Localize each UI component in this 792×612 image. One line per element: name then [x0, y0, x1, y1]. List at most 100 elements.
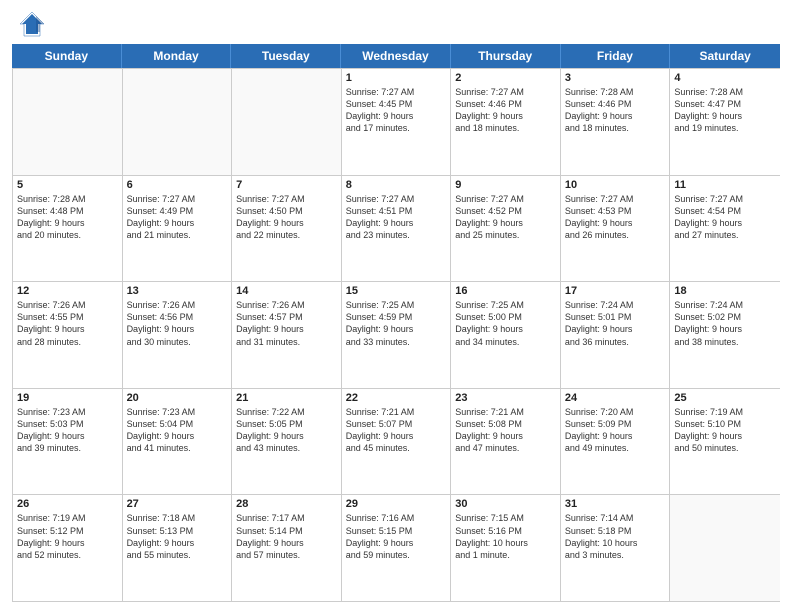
weekday-header-thursday: Thursday — [451, 44, 561, 68]
day-info: Sunrise: 7:20 AM Sunset: 5:09 PM Dayligh… — [565, 406, 666, 455]
day-number: 3 — [565, 72, 666, 84]
cal-cell-15: 15 Sunrise: 7:25 AM Sunset: 4:59 PM Dayli… — [342, 282, 452, 388]
cal-cell-6: 6 Sunrise: 7:27 AM Sunset: 4:49 PM Daylig… — [123, 176, 233, 282]
cal-cell-30: 30 Sunrise: 7:15 AM Sunset: 5:16 PM Dayli… — [451, 495, 561, 601]
day-number: 9 — [455, 179, 556, 191]
day-number: 11 — [674, 179, 776, 191]
day-info: Sunrise: 7:26 AM Sunset: 4:56 PM Dayligh… — [127, 299, 228, 348]
cal-cell-7: 7Sunrise: 7:27 AM Sunset: 4:50 PM Daylig… — [232, 176, 342, 282]
day-number: 10 — [565, 179, 666, 191]
day-info: Sunrise: 7:28 AM Sunset: 4:46 PM Dayligh… — [565, 86, 666, 135]
day-info: Sunrise: 7:22 AM Sunset: 5:05 PM Dayligh… — [236, 406, 337, 455]
day-number: 31 — [565, 498, 666, 510]
weekday-header-monday: Monday — [122, 44, 232, 68]
day-number: 4 — [674, 72, 776, 84]
day-number: 29 — [346, 498, 447, 510]
day-info: Sunrise: 7:28 AM Sunset: 4:47 PM Dayligh… — [674, 86, 776, 135]
cal-cell-23: 23 Sunrise: 7:21 AM Sunset: 5:08 PM Dayli… — [451, 389, 561, 495]
cal-cell-empty-0-2 — [232, 69, 342, 175]
day-info: Sunrise: 7:27 AM Sunset: 4:54 PM Dayligh… — [674, 193, 776, 242]
cal-cell-11: 11 Sunrise: 7:27 AM Sunset: 4:54 PM Dayli… — [670, 176, 780, 282]
weekday-header-saturday: Saturday — [670, 44, 780, 68]
day-info: Sunrise: 7:18 AM Sunset: 5:13 PM Dayligh… — [127, 512, 228, 561]
cal-cell-27: 27Sunrise: 7:18 AM Sunset: 5:13 PM Dayli… — [123, 495, 233, 601]
logo-icon — [18, 10, 46, 38]
cal-cell-19: 19 Sunrise: 7:23 AM Sunset: 5:03 PM Dayli… — [13, 389, 123, 495]
day-info: Sunrise: 7:19 AM Sunset: 5:10 PM Dayligh… — [674, 406, 776, 455]
day-number: 20 — [127, 392, 228, 404]
weekday-header-wednesday: Wednesday — [341, 44, 451, 68]
day-number: 5 — [17, 179, 118, 191]
day-info: Sunrise: 7:23 AM Sunset: 5:04 PM Dayligh… — [127, 406, 228, 455]
day-info: Sunrise: 7:26 AM Sunset: 4:57 PM Dayligh… — [236, 299, 337, 348]
cal-cell-5: 5 Sunrise: 7:28 AM Sunset: 4:48 PM Daylig… — [13, 176, 123, 282]
cal-cell-25: 25 Sunrise: 7:19 AM Sunset: 5:10 PM Dayli… — [670, 389, 780, 495]
day-info: Sunrise: 7:21 AM Sunset: 5:08 PM Dayligh… — [455, 406, 556, 455]
cal-cell-empty-0-1 — [123, 69, 233, 175]
day-number: 13 — [127, 285, 228, 297]
day-info: Sunrise: 7:24 AM Sunset: 5:01 PM Dayligh… — [565, 299, 666, 348]
day-info: Sunrise: 7:24 AM Sunset: 5:02 PM Dayligh… — [674, 299, 776, 348]
cal-cell-26: 26Sunrise: 7:19 AM Sunset: 5:12 PM Dayli… — [13, 495, 123, 601]
day-number: 18 — [674, 285, 776, 297]
day-info: Sunrise: 7:17 AM Sunset: 5:14 PM Dayligh… — [236, 512, 337, 561]
week-row-2: 5 Sunrise: 7:28 AM Sunset: 4:48 PM Daylig… — [13, 175, 780, 282]
day-number: 25 — [674, 392, 776, 404]
week-row-5: 26Sunrise: 7:19 AM Sunset: 5:12 PM Dayli… — [13, 494, 780, 601]
day-number: 14 — [236, 285, 337, 297]
day-info: Sunrise: 7:27 AM Sunset: 4:46 PM Dayligh… — [455, 86, 556, 135]
day-number: 19 — [17, 392, 118, 404]
page: SundayMondayTuesdayWednesdayThursdayFrid… — [0, 0, 792, 612]
day-number: 17 — [565, 285, 666, 297]
day-info: Sunrise: 7:27 AM Sunset: 4:49 PM Dayligh… — [127, 193, 228, 242]
week-row-1: 1 Sunrise: 7:27 AM Sunset: 4:45 PM Daylig… — [13, 68, 780, 175]
cal-cell-8: 8 Sunrise: 7:27 AM Sunset: 4:51 PM Daylig… — [342, 176, 452, 282]
cal-cell-24: 24Sunrise: 7:20 AM Sunset: 5:09 PM Dayli… — [561, 389, 671, 495]
day-info: Sunrise: 7:21 AM Sunset: 5:07 PM Dayligh… — [346, 406, 447, 455]
day-info: Sunrise: 7:27 AM Sunset: 4:45 PM Dayligh… — [346, 86, 447, 135]
day-number: 6 — [127, 179, 228, 191]
day-number: 7 — [236, 179, 337, 191]
cal-cell-20: 20 Sunrise: 7:23 AM Sunset: 5:04 PM Dayli… — [123, 389, 233, 495]
week-row-4: 19 Sunrise: 7:23 AM Sunset: 5:03 PM Dayli… — [13, 388, 780, 495]
day-number: 28 — [236, 498, 337, 510]
day-info: Sunrise: 7:28 AM Sunset: 4:48 PM Dayligh… — [17, 193, 118, 242]
cal-cell-12: 12Sunrise: 7:26 AM Sunset: 4:55 PM Dayli… — [13, 282, 123, 388]
cal-cell-14: 14 Sunrise: 7:26 AM Sunset: 4:57 PM Dayli… — [232, 282, 342, 388]
day-number: 8 — [346, 179, 447, 191]
day-info: Sunrise: 7:23 AM Sunset: 5:03 PM Dayligh… — [17, 406, 118, 455]
day-number: 23 — [455, 392, 556, 404]
day-info: Sunrise: 7:15 AM Sunset: 5:16 PM Dayligh… — [455, 512, 556, 561]
week-row-3: 12Sunrise: 7:26 AM Sunset: 4:55 PM Dayli… — [13, 281, 780, 388]
weekday-header-sunday: Sunday — [12, 44, 122, 68]
day-number: 2 — [455, 72, 556, 84]
cal-cell-2: 2 Sunrise: 7:27 AM Sunset: 4:46 PM Daylig… — [451, 69, 561, 175]
day-info: Sunrise: 7:25 AM Sunset: 4:59 PM Dayligh… — [346, 299, 447, 348]
day-info: Sunrise: 7:14 AM Sunset: 5:18 PM Dayligh… — [565, 512, 666, 561]
weekday-header-tuesday: Tuesday — [231, 44, 341, 68]
calendar-body: 1 Sunrise: 7:27 AM Sunset: 4:45 PM Daylig… — [12, 68, 780, 602]
cal-cell-empty-0-0 — [13, 69, 123, 175]
day-info: Sunrise: 7:19 AM Sunset: 5:12 PM Dayligh… — [17, 512, 118, 561]
day-info: Sunrise: 7:26 AM Sunset: 4:55 PM Dayligh… — [17, 299, 118, 348]
cal-cell-10: 10Sunrise: 7:27 AM Sunset: 4:53 PM Dayli… — [561, 176, 671, 282]
day-info: Sunrise: 7:25 AM Sunset: 5:00 PM Dayligh… — [455, 299, 556, 348]
cal-cell-18: 18 Sunrise: 7:24 AM Sunset: 5:02 PM Dayli… — [670, 282, 780, 388]
cal-cell-29: 29 Sunrise: 7:16 AM Sunset: 5:15 PM Dayli… — [342, 495, 452, 601]
cal-cell-1: 1 Sunrise: 7:27 AM Sunset: 4:45 PM Daylig… — [342, 69, 452, 175]
cal-cell-21: 21Sunrise: 7:22 AM Sunset: 5:05 PM Dayli… — [232, 389, 342, 495]
cal-cell-9: 9 Sunrise: 7:27 AM Sunset: 4:52 PM Daylig… — [451, 176, 561, 282]
day-number: 22 — [346, 392, 447, 404]
day-info: Sunrise: 7:27 AM Sunset: 4:52 PM Dayligh… — [455, 193, 556, 242]
day-number: 16 — [455, 285, 556, 297]
cal-cell-4: 4 Sunrise: 7:28 AM Sunset: 4:47 PM Daylig… — [670, 69, 780, 175]
day-info: Sunrise: 7:16 AM Sunset: 5:15 PM Dayligh… — [346, 512, 447, 561]
cal-cell-3: 3 Sunrise: 7:28 AM Sunset: 4:46 PM Daylig… — [561, 69, 671, 175]
day-number: 1 — [346, 72, 447, 84]
day-number: 30 — [455, 498, 556, 510]
day-info: Sunrise: 7:27 AM Sunset: 4:51 PM Dayligh… — [346, 193, 447, 242]
header — [0, 0, 792, 44]
day-number: 15 — [346, 285, 447, 297]
cal-cell-22: 22 Sunrise: 7:21 AM Sunset: 5:07 PM Dayli… — [342, 389, 452, 495]
cal-cell-28: 28 Sunrise: 7:17 AM Sunset: 5:14 PM Dayli… — [232, 495, 342, 601]
